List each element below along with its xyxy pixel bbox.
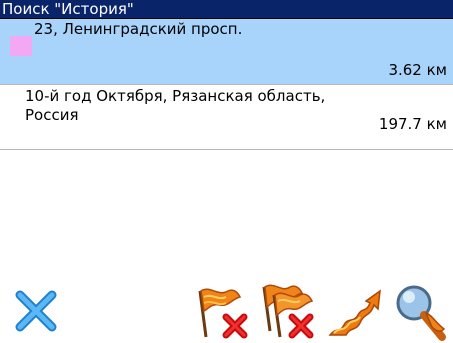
result-name: 10-й год Октября, Рязанская область, Рос… [25,87,365,125]
result-name: 23, Ленинградский просп. [34,20,243,38]
search-button[interactable] [392,283,450,341]
result-name-line-1: 10-й год Октября, Рязанская область, [25,87,326,105]
close-icon [15,290,57,332]
list-item[interactable]: 10-й год Октября, Рязанская область, Рос… [0,85,453,150]
result-name-line-2: Россия [25,106,79,124]
delete-all-flags-button[interactable] [258,281,318,341]
poi-color-icon [10,36,32,56]
results-list: 23, Ленинградский просп. 3.62 км 10-й го… [0,19,453,279]
flags-delete-all-icon [262,284,314,339]
close-button[interactable] [12,287,60,335]
delete-flag-button[interactable] [192,281,252,341]
window-title: Поиск "История" [0,0,453,19]
route-button[interactable] [326,283,386,339]
result-distance: 197.7 км [378,115,447,133]
result-distance: 3.62 км [388,61,447,79]
flag-delete-icon [198,288,248,339]
search-magnifier-icon [396,285,446,341]
route-icon [328,289,381,336]
bottom-toolbar [0,279,453,343]
list-item[interactable]: 23, Ленинградский просп. 3.62 км [0,19,453,85]
